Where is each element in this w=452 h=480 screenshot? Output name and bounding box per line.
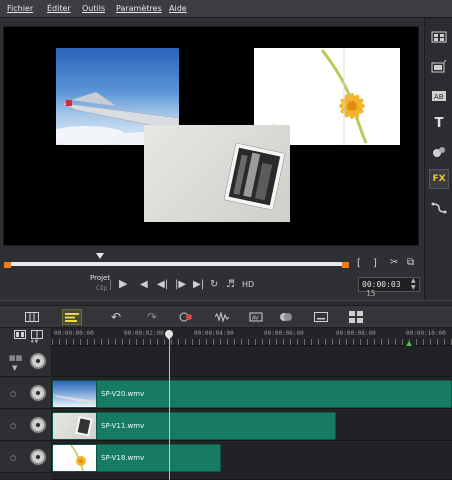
menu-bar: Fichier Éditer Outils Paramètres Aide: [0, 0, 452, 18]
overlay-track-3[interactable]: SP-V18.wmv: [52, 442, 452, 480]
go-end-icon[interactable]: ▶|: [193, 280, 204, 290]
track-expand-icon[interactable]: ▼: [12, 364, 17, 372]
scrubber-track[interactable]: [6, 262, 346, 266]
title-preset-icon[interactable]: AB: [429, 86, 449, 106]
track-header-overlay-1: ○: [0, 378, 52, 409]
timeline-clip[interactable]: SP-V20.wmv: [52, 380, 452, 408]
clip-name: SP-V18.wmv: [101, 454, 145, 462]
mark-in-icon[interactable]: [: [357, 259, 361, 269]
ruler-tick-label: 00:00:00:00: [54, 330, 94, 337]
path-icon[interactable]: [429, 198, 449, 218]
auto-music-icon[interactable]: AV: [246, 309, 266, 325]
menu-tools[interactable]: Outils: [82, 4, 105, 13]
svg-text:AB: AB: [434, 93, 444, 101]
clip-thumbnail: [53, 381, 97, 407]
track-manager-icon[interactable]: [14, 330, 26, 339]
track-header-overlay-3: ○: [0, 442, 52, 473]
motion-tracking-icon[interactable]: [276, 309, 296, 325]
menu-help[interactable]: Aide: [169, 4, 187, 13]
repeat-icon[interactable]: ↻: [210, 280, 218, 290]
ruler-tick-label: 00:00:08:00: [336, 330, 376, 337]
chapter-dropdown-icon[interactable]: ♦▼: [30, 339, 38, 345]
scrubber-handle[interactable]: [96, 253, 104, 259]
timecode-stepper[interactable]: ▲ ▼: [411, 277, 416, 291]
playhead-line: [169, 330, 170, 480]
menu-edit[interactable]: Éditer: [47, 4, 71, 13]
text-icon[interactable]: T: [429, 113, 449, 133]
timeline-clip[interactable]: SP-V18.wmv: [52, 444, 221, 472]
track-header-overlay-2: ○: [0, 410, 52, 441]
volume-icon[interactable]: ♬: [226, 280, 235, 290]
mode-divider: [110, 280, 111, 290]
track-lock-icon[interactable]: ○: [10, 422, 16, 430]
instant-project-icon[interactable]: [429, 57, 449, 77]
next-frame-icon[interactable]: |▶: [175, 280, 186, 290]
track-visibility-icon[interactable]: ▦▦: [9, 354, 22, 362]
ruler-tick-label: 00:00:04:00: [194, 330, 234, 337]
menu-file[interactable]: Fichier: [7, 4, 33, 13]
video-track[interactable]: [52, 346, 452, 377]
film-reel-icon: [30, 385, 46, 401]
clip-name: SP-V20.wmv: [101, 390, 145, 398]
undo-icon[interactable]: ↶: [106, 309, 126, 325]
split-scissors-icon[interactable]: ✂: [390, 258, 398, 268]
enlarge-preview-icon[interactable]: ⧉: [407, 258, 414, 268]
timeline-clip[interactable]: SP-V11.wmv: [52, 412, 336, 440]
film-reel-icon: [30, 417, 46, 433]
trim-end-marker[interactable]: [342, 262, 349, 268]
track-header-video: ▦▦ ▼: [0, 346, 52, 377]
timecode-frames: 15: [366, 289, 376, 298]
track-lock-icon[interactable]: ○: [10, 454, 16, 462]
preview-screen: [3, 26, 419, 246]
track-manager-header: ♦▼: [0, 328, 52, 346]
ruler-tick-label: 00:00:02:00: [124, 330, 164, 337]
record-capture-icon[interactable]: [176, 309, 196, 325]
ruler-ticks: [52, 339, 452, 345]
redo-icon[interactable]: ↷: [142, 309, 162, 325]
prev-frame-icon[interactable]: ◀|: [157, 280, 168, 290]
sound-mixer-icon[interactable]: [212, 309, 232, 325]
trim-start-marker[interactable]: [4, 262, 11, 268]
city-photo: [144, 125, 290, 222]
overlay-track-2[interactable]: SP-V11.wmv: [52, 410, 452, 441]
play-icon[interactable]: ▶: [119, 278, 127, 289]
ruler-tick-label: 00:00:06:00: [264, 330, 304, 337]
go-start-icon[interactable]: ◀: [140, 280, 150, 290]
timecode-value: 00:00:03: [362, 280, 401, 289]
fx-icon[interactable]: FX: [429, 169, 449, 189]
film-reel-icon: [30, 449, 46, 465]
multi-camera-icon[interactable]: [346, 309, 366, 325]
mark-out-icon[interactable]: ]: [373, 259, 377, 269]
clip-name: SP-V11.wmv: [101, 422, 145, 430]
timeline-toolbar: ↶ ↷ AV: [0, 306, 452, 328]
chapter-point-icon[interactable]: [31, 330, 43, 339]
project-mode-label[interactable]: Projet: [90, 274, 110, 282]
storyboard-view-icon[interactable]: [22, 309, 42, 325]
clip-mode-label[interactable]: Clip: [96, 285, 107, 292]
filter-icon[interactable]: [429, 142, 449, 162]
track-lock-icon[interactable]: ○: [10, 390, 16, 398]
film-reel-icon: [30, 353, 46, 369]
clip-thumbnail: [53, 445, 97, 471]
clip-thumbnail: [53, 413, 97, 439]
library-toolbar: AB T FX: [424, 18, 452, 300]
time-ruler[interactable]: 00:00:00:00 00:00:02:00 00:00:04:00 00:0…: [52, 328, 452, 346]
ruler-tick-label: 00:00:10:00: [406, 330, 446, 337]
hd-toggle[interactable]: HD: [242, 280, 254, 289]
media-icon[interactable]: [429, 27, 449, 47]
subtitle-editor-icon[interactable]: [311, 309, 331, 325]
svg-text:AV: AV: [252, 316, 259, 322]
timeline-view-icon[interactable]: [62, 309, 82, 325]
menu-settings[interactable]: Paramètres: [116, 4, 162, 13]
overlay-track-1[interactable]: SP-V20.wmv: [52, 378, 452, 409]
